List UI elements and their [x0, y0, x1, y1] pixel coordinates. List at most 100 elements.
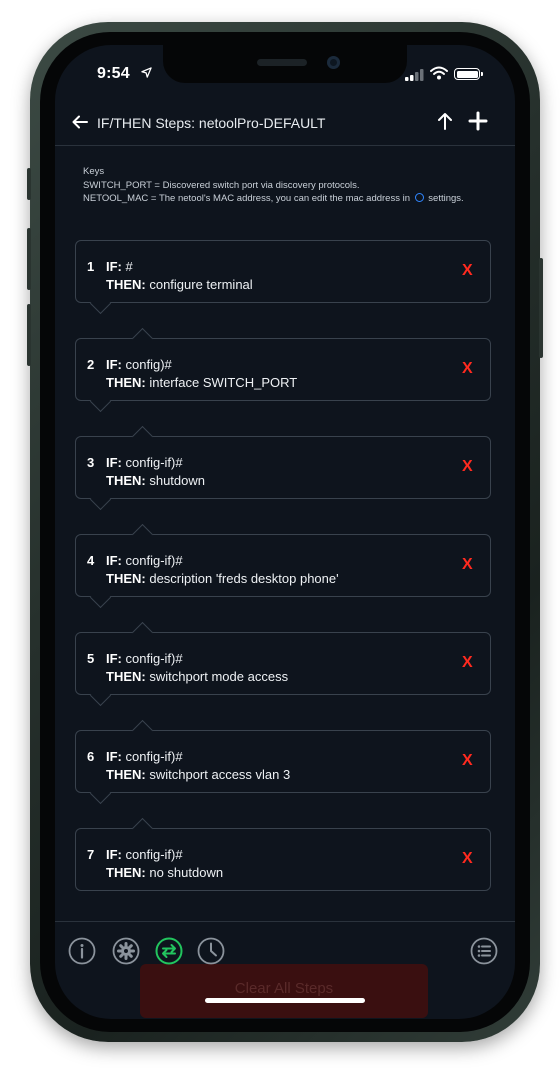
step-then: THEN: switchport mode access: [106, 669, 288, 684]
then-value: switchport mode access: [149, 669, 289, 684]
step-number: 3: [87, 455, 95, 470]
if-label: IF:: [106, 259, 122, 274]
step-then: THEN: configure terminal: [106, 277, 253, 292]
if-label: IF:: [106, 455, 122, 470]
clock-icon[interactable]: [197, 937, 225, 965]
then-label: THEN:: [106, 669, 146, 684]
if-label: IF:: [106, 357, 122, 372]
then-label: THEN:: [106, 865, 146, 880]
front-camera: [327, 56, 340, 69]
delete-step-button[interactable]: X: [462, 752, 473, 770]
step-if: IF: config-if)#: [106, 749, 183, 764]
battery-tip: [481, 72, 483, 76]
phone-screen: 9:54 IF/THEN Steps: netoolPro-DEFAULT Ke…: [55, 45, 515, 1019]
if-value: config)#: [125, 357, 172, 372]
step-if: IF: config-if)#: [106, 847, 183, 862]
then-label: THEN:: [106, 767, 146, 782]
header-bar: IF/THEN Steps: netoolPro-DEFAULT: [55, 100, 515, 146]
if-value: config-if)#: [125, 847, 183, 862]
delete-step-button[interactable]: X: [462, 458, 473, 476]
info-icon[interactable]: [68, 937, 96, 965]
clear-all-steps-button[interactable]: Clear All Steps: [140, 964, 428, 1018]
card-pointer-up: [131, 817, 154, 840]
then-value: switchport access vlan 3: [149, 767, 291, 782]
signal-icon: [405, 69, 424, 81]
step-number: 7: [87, 847, 95, 862]
card-pointer-down: [89, 292, 112, 315]
if-label: IF:: [106, 651, 122, 666]
step-if: IF: config-if)#: [106, 455, 183, 470]
if-label: IF:: [106, 749, 122, 764]
step-then: THEN: shutdown: [106, 473, 205, 488]
step-card-5[interactable]: 5 IF: config-if)# THEN: switchport mode …: [75, 621, 491, 707]
earpiece-speaker: [257, 59, 307, 66]
card-pointer-down: [89, 390, 112, 413]
step-if: IF: config)#: [106, 357, 172, 372]
step-card-2[interactable]: 2 IF: config)# THEN: interface SWITCH_PO…: [75, 327, 491, 413]
card-pointer-down: [89, 684, 112, 707]
if-value: #: [125, 259, 133, 274]
step-then: THEN: interface SWITCH_PORT: [106, 375, 297, 390]
bottom-toolbar: Clear All Steps: [55, 921, 515, 1019]
then-label: THEN:: [106, 375, 146, 390]
home-indicator[interactable]: [205, 998, 365, 1003]
if-label: IF:: [106, 847, 122, 862]
step-card-3[interactable]: 3 IF: config-if)# THEN: shutdown X: [75, 425, 491, 511]
step-card-1[interactable]: 1 IF: # THEN: configure terminal X: [75, 240, 491, 315]
then-value: description 'freds desktop phone': [149, 571, 339, 586]
then-value: shutdown: [149, 473, 205, 488]
volume-up-button: [27, 228, 31, 290]
card-pointer-up: [131, 327, 154, 350]
keys-settings-text: settings.: [428, 193, 464, 204]
if-label: IF:: [106, 553, 122, 568]
delete-step-button[interactable]: X: [462, 654, 473, 672]
mute-switch: [27, 168, 31, 200]
then-value: no shutdown: [149, 865, 224, 880]
location-arrow-icon: [141, 67, 152, 78]
card-pointer-up: [131, 523, 154, 546]
step-number: 2: [87, 357, 95, 372]
list-icon[interactable]: [470, 937, 498, 965]
if-value: config-if)#: [125, 553, 183, 568]
step-then: THEN: switchport access vlan 3: [106, 767, 290, 782]
power-button: [539, 258, 543, 358]
settings-link-icon[interactable]: [414, 193, 424, 202]
keys-title: Keys: [83, 166, 105, 177]
step-then: THEN: no shutdown: [106, 865, 223, 880]
keys-netool-mac-text: NETOOL_MAC = The netool's MAC address, y…: [83, 193, 410, 204]
delete-step-button[interactable]: X: [462, 850, 473, 868]
card-pointer-down: [89, 782, 112, 805]
step-if: IF: config-if)#: [106, 553, 183, 568]
if-value: config-if)#: [125, 455, 183, 470]
keys-switch-port: SWITCH_PORT = Discovered switch port via…: [83, 179, 360, 191]
status-time: 9:54: [97, 65, 130, 82]
swap-icon[interactable]: [155, 937, 183, 965]
step-if: IF: #: [106, 259, 133, 274]
step-number: 6: [87, 749, 95, 764]
delete-step-button[interactable]: X: [462, 360, 473, 378]
step-card-6[interactable]: 6 IF: config-if)# THEN: switchport acces…: [75, 719, 491, 805]
keys-netool-mac: NETOOL_MAC = The netool's MAC address, y…: [83, 192, 464, 206]
step-then: THEN: description 'freds desktop phone': [106, 571, 339, 586]
gear-icon[interactable]: [112, 937, 140, 965]
step-card-7[interactable]: 7 IF: config-if)# THEN: no shutdown X: [75, 817, 491, 891]
add-step-icon[interactable]: [468, 111, 488, 131]
card-pointer-up: [131, 719, 154, 742]
card-pointer-down: [89, 586, 112, 609]
then-label: THEN:: [106, 571, 146, 586]
delete-step-button[interactable]: X: [462, 556, 473, 574]
back-arrow-icon[interactable]: [71, 113, 89, 131]
battery-icon: [454, 68, 480, 80]
delete-step-button[interactable]: X: [462, 262, 473, 280]
then-value: interface SWITCH_PORT: [149, 375, 298, 390]
upload-arrow-icon[interactable]: [437, 112, 453, 130]
if-value: config-if)#: [125, 749, 183, 764]
then-label: THEN:: [106, 473, 146, 488]
card-pointer-up: [131, 621, 154, 644]
step-card-4[interactable]: 4 IF: config-if)# THEN: description 'fre…: [75, 523, 491, 609]
card-pointer-down: [89, 488, 112, 511]
step-number: 4: [87, 553, 95, 568]
step-if: IF: config-if)#: [106, 651, 183, 666]
step-number: 1: [87, 259, 95, 274]
notch: [163, 45, 407, 83]
